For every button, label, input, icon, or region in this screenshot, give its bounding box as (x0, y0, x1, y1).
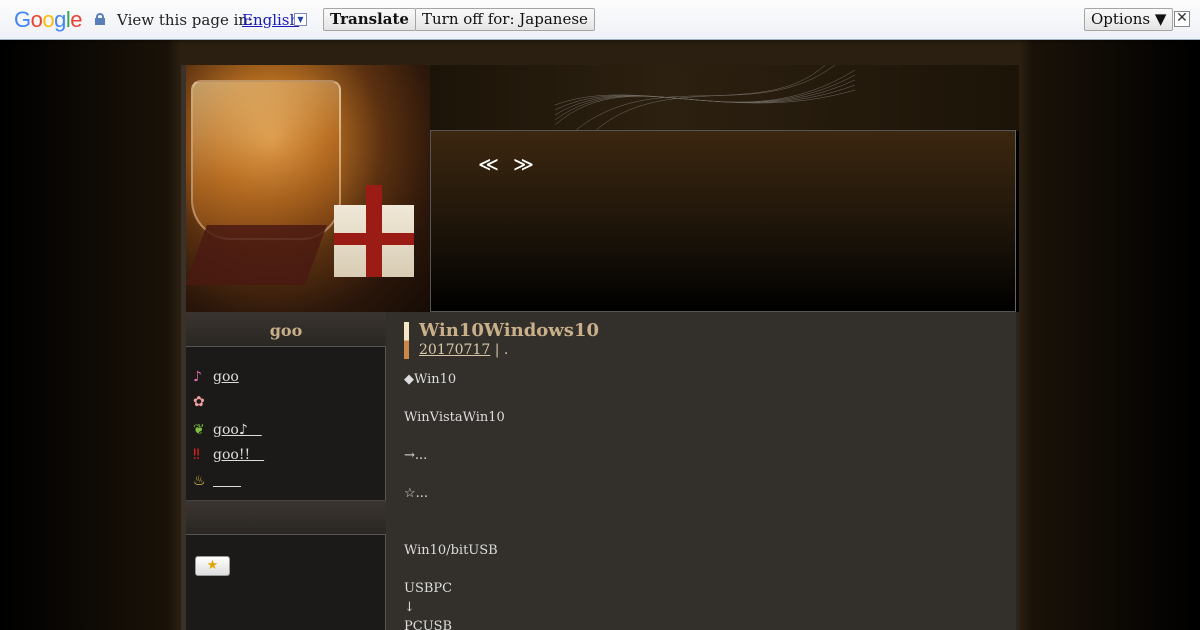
post-date-suffix: | . (490, 342, 509, 358)
sidebar-item-exclaim[interactable]: ‼ goo!! (193, 444, 264, 464)
sidebar-item-label[interactable]: goo (213, 369, 239, 385)
main-content (386, 312, 1016, 630)
chevron-down-icon[interactable]: ▼ (294, 13, 307, 26)
language-link[interactable]: English (242, 11, 299, 29)
post-line: PCUSB (404, 619, 453, 630)
sidebar-item-sprout[interactable]: ❦ goo♪ (193, 419, 262, 439)
header-nav: ≪ ≫ (478, 152, 548, 176)
whisky-glass-image (186, 65, 430, 312)
exclamation-icon: ‼ (193, 447, 200, 463)
close-icon[interactable]: ✕ (1174, 11, 1190, 27)
title-accent-bar (404, 322, 409, 359)
translate-bar: Google View this page in: English ▼ Tran… (0, 0, 1200, 40)
lightbulb-icon: ♨ (193, 473, 206, 489)
post-line: WinVistaWin10 (404, 410, 505, 425)
options-button[interactable]: Options ▼ (1084, 8, 1174, 31)
post-line: USBPC (404, 581, 453, 596)
post-title[interactable]: Win10Windows10 (419, 320, 599, 341)
post-date-link[interactable]: 20170717 (419, 342, 490, 358)
star-button[interactable]: ★ (195, 556, 230, 576)
sidebar-item-label[interactable]: goo♪ (213, 422, 262, 438)
lock-icon (95, 13, 105, 25)
sidebar-heading-2 (186, 500, 386, 535)
swirl-decoration (555, 65, 855, 131)
sidebar-item-label[interactable] (213, 473, 241, 489)
sidebar-item-flower[interactable]: ✿ (193, 394, 213, 410)
post-date: 20170717 | . (419, 342, 508, 358)
google-logo: Google (14, 7, 83, 32)
translate-button[interactable]: Translate (323, 8, 416, 31)
sidebar-item-bulb[interactable]: ♨ (193, 470, 241, 490)
post-line: Win10/bitUSB (404, 543, 498, 558)
post-line: ↓ (404, 600, 415, 615)
post-line: →... (404, 448, 428, 463)
sidebar-heading: goo (186, 312, 386, 347)
sidebar-item-label[interactable]: goo!! (213, 447, 264, 463)
sidebar-item-goo[interactable]: ♪ goo (193, 369, 239, 385)
post-line: ◆Win10 (404, 372, 457, 387)
prev-arrow-icon[interactable]: ≪ (478, 152, 499, 176)
turn-off-button[interactable]: Turn off for: Japanese (415, 8, 595, 31)
post-line: ☆... (404, 486, 429, 501)
next-arrow-icon[interactable]: ≫ (513, 152, 534, 176)
view-page-label: View this page in: (117, 11, 254, 29)
flower-icon: ✿ (193, 394, 205, 410)
music-note-icon: ♪ (193, 369, 202, 385)
sprout-icon: ❦ (193, 422, 205, 438)
